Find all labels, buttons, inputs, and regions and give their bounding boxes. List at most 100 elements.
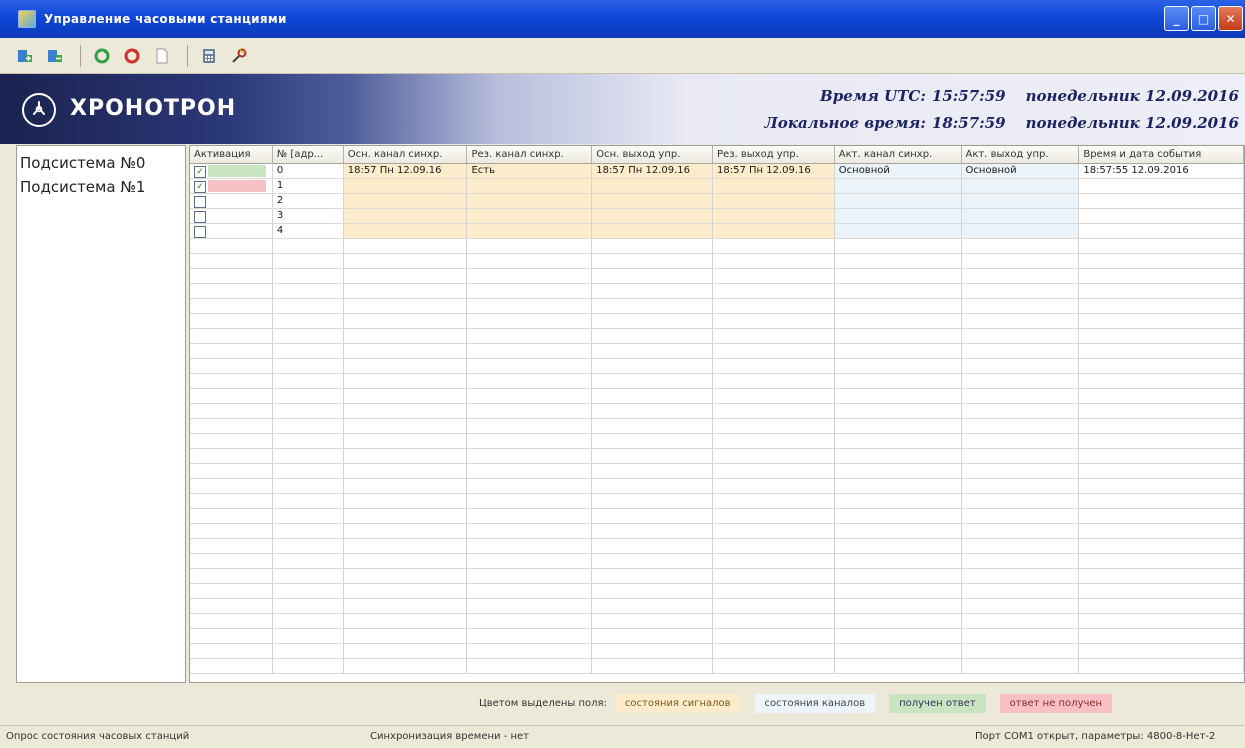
subsystem-item[interactable]: Подсистема №1 — [17, 175, 185, 199]
add-station-icon[interactable] — [12, 43, 38, 69]
table-row[interactable] — [190, 299, 1244, 314]
column-header-event-time[interactable]: Время и дата события — [1079, 146, 1244, 164]
column-header-main-out[interactable]: Осн. выход упр. — [592, 146, 714, 164]
table-row[interactable] — [190, 284, 1244, 299]
event-time-cell — [1079, 404, 1244, 419]
activation-cell[interactable] — [190, 284, 273, 299]
table-row[interactable] — [190, 659, 1244, 674]
activation-cell[interactable] — [190, 389, 273, 404]
table-row[interactable] — [190, 389, 1244, 404]
table-row[interactable] — [190, 449, 1244, 464]
activation-cell[interactable] — [190, 524, 273, 539]
table-row[interactable] — [190, 494, 1244, 509]
activation-cell[interactable] — [190, 374, 273, 389]
subsystem-item[interactable]: Подсистема №0 — [17, 151, 185, 175]
table-row[interactable] — [190, 629, 1244, 644]
table-row[interactable] — [190, 509, 1244, 524]
activation-checkbox[interactable] — [194, 210, 206, 223]
table-row[interactable] — [190, 434, 1244, 449]
activation-cell[interactable] — [190, 194, 273, 209]
activation-cell[interactable] — [190, 629, 273, 644]
activation-cell[interactable] — [190, 254, 273, 269]
number-cell — [272, 449, 344, 464]
activation-cell[interactable] — [190, 434, 273, 449]
table-row[interactable] — [190, 554, 1244, 569]
activation-cell[interactable] — [190, 299, 273, 314]
column-header-number[interactable]: № [адр... — [272, 146, 344, 164]
table-row[interactable] — [190, 374, 1244, 389]
settings-icon[interactable] — [226, 43, 252, 69]
table-row[interactable] — [190, 329, 1244, 344]
table-row[interactable]: 3 — [190, 209, 1244, 224]
activation-cell[interactable] — [190, 449, 273, 464]
refresh-red-icon[interactable] — [119, 43, 145, 69]
remove-station-icon[interactable] — [42, 43, 68, 69]
column-header-main-sync[interactable]: Осн. канал синхр. — [343, 146, 468, 164]
table-row[interactable] — [190, 269, 1244, 284]
activation-cell[interactable] — [190, 569, 273, 584]
utc-date: понедельник 12.09.2016 — [1025, 87, 1239, 105]
table-row[interactable] — [190, 404, 1244, 419]
column-header-active-sync[interactable]: Акт. канал синхр. — [834, 146, 962, 164]
table-row[interactable] — [190, 524, 1244, 539]
table-row[interactable] — [190, 239, 1244, 254]
table-row[interactable] — [190, 254, 1244, 269]
reserve-sync-cell — [467, 524, 593, 539]
table-row[interactable] — [190, 644, 1244, 659]
activation-checkbox[interactable]: ✓ — [194, 165, 206, 178]
activation-cell[interactable] — [190, 329, 273, 344]
main-out-cell — [592, 494, 714, 509]
activation-cell[interactable] — [190, 419, 273, 434]
table-row[interactable] — [190, 569, 1244, 584]
document-icon[interactable] — [149, 43, 175, 69]
activation-cell[interactable] — [190, 599, 273, 614]
activation-cell[interactable] — [190, 614, 273, 629]
activation-cell[interactable] — [190, 359, 273, 374]
table-row[interactable] — [190, 614, 1244, 629]
activation-cell[interactable] — [190, 494, 273, 509]
activation-cell[interactable] — [190, 509, 273, 524]
calculator-icon[interactable] — [196, 43, 222, 69]
table-row[interactable] — [190, 464, 1244, 479]
activation-cell[interactable]: ✓ — [190, 179, 273, 194]
activation-checkbox[interactable] — [194, 225, 206, 238]
activation-cell[interactable] — [190, 224, 273, 239]
table-row[interactable] — [190, 344, 1244, 359]
activation-cell[interactable] — [190, 479, 273, 494]
activation-cell[interactable] — [190, 659, 273, 674]
table-row[interactable]: ✓ 0 18:57 Пн 12.09.16 Есть 18:57 Пн 12.09.16… — [190, 164, 1244, 179]
activation-cell[interactable] — [190, 269, 273, 284]
activation-cell[interactable] — [190, 539, 273, 554]
table-row[interactable]: ✓ 1 — [190, 179, 1244, 194]
column-header-activation[interactable]: Активация — [190, 146, 273, 164]
activation-cell[interactable] — [190, 404, 273, 419]
table-row[interactable] — [190, 359, 1244, 374]
table-row[interactable]: 4 — [190, 224, 1244, 239]
table-row[interactable] — [190, 479, 1244, 494]
maximize-button[interactable]: □ — [1191, 6, 1216, 31]
table-row[interactable] — [190, 314, 1244, 329]
column-header-active-out[interactable]: Акт. выход упр. — [961, 146, 1080, 164]
activation-checkbox[interactable]: ✓ — [194, 180, 206, 193]
column-header-reserve-sync[interactable]: Рез. канал синхр. — [467, 146, 593, 164]
activation-cell[interactable] — [190, 239, 273, 254]
activation-cell[interactable] — [190, 644, 273, 659]
table-row[interactable] — [190, 584, 1244, 599]
minimize-button[interactable]: _ — [1164, 6, 1189, 31]
activation-cell[interactable] — [190, 464, 273, 479]
activation-cell[interactable] — [190, 344, 273, 359]
table-row[interactable] — [190, 419, 1244, 434]
activation-cell[interactable]: ✓ — [190, 164, 273, 179]
activation-checkbox[interactable] — [194, 195, 206, 208]
table-row[interactable] — [190, 539, 1244, 554]
refresh-green-icon[interactable] — [89, 43, 115, 69]
table-row[interactable]: 2 — [190, 194, 1244, 209]
table-row[interactable] — [190, 599, 1244, 614]
reserve-out-cell — [713, 314, 835, 329]
activation-cell[interactable] — [190, 314, 273, 329]
activation-cell[interactable] — [190, 584, 273, 599]
close-button[interactable]: ✕ — [1218, 6, 1243, 31]
column-header-reserve-out[interactable]: Рез. выход упр. — [713, 146, 835, 164]
activation-cell[interactable] — [190, 554, 273, 569]
activation-cell[interactable] — [190, 209, 273, 224]
